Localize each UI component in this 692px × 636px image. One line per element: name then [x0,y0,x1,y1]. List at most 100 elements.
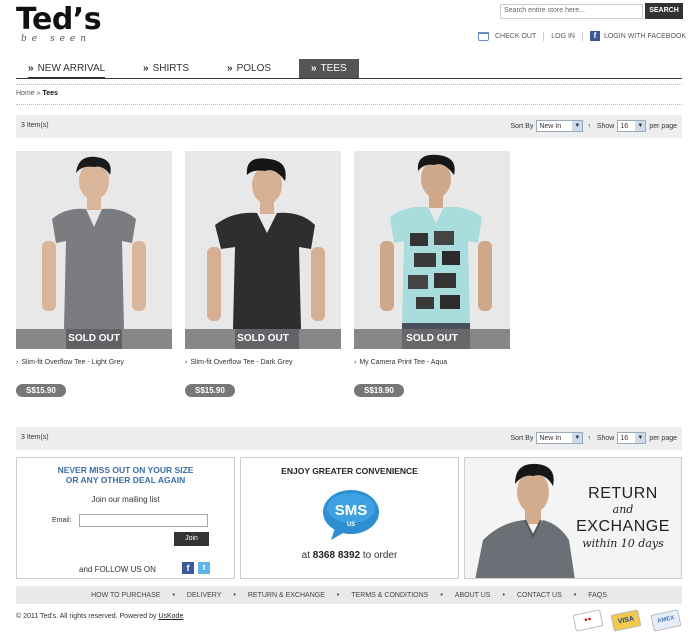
product-name-link[interactable]: › Slim-fit Overflow Tee - Light Grey [16,359,124,366]
per-page-label: per page [649,122,677,130]
chevron-right-icon: » [311,63,317,74]
footer-separator: • [440,591,443,599]
footer-link[interactable]: TERMS & CONDITIONS [351,592,428,599]
sms-bubble-text: SMS [335,502,368,519]
sms-suffix: to order [362,550,398,561]
returns-line: and [612,503,634,516]
show-label: Show [596,434,615,442]
product-name: My Camera Print Tee - Aqua [359,359,448,366]
login-link[interactable]: LOG IN [551,33,575,40]
mailing-list-label: Join our mailing list [91,495,160,504]
per-page-label: per page [649,434,677,442]
item-count: 3 Item(s) [21,122,49,129]
product-name: Slim-fit Overflow Tee - Light Grey [21,359,124,366]
returns-line: EXCHANGE [576,518,670,535]
price-badge: S$19.90 [354,384,404,397]
main-nav: » NEW ARRIVAL » SHIRTS » POLOS » TEES [16,59,682,79]
sold-out-badge: SOLD OUT [185,329,341,349]
show-label: Show [596,122,615,130]
footer-link[interactable]: CONTACT US [517,592,562,599]
sms-bubble-icon: SMS US [323,490,379,540]
show-select[interactable]: 16 ▼ [617,120,647,132]
facebook-icon[interactable]: f [182,562,194,574]
price-badge: S$15.90 [16,384,66,397]
sort-label: Sort By [510,122,534,130]
chevron-down-icon: ▼ [572,433,583,443]
returns-line: within 10 days [582,537,664,550]
chevron-down-icon: ▼ [635,433,646,443]
footer-link[interactable]: HOW TO PURCHASE [91,592,160,599]
facebook-icon: f [589,31,600,41]
divider [581,31,583,41]
sms-number: 8368 8392 [312,550,361,561]
breadcrumb-current: Tees [42,90,58,97]
nav-tees[interactable]: » TEES [299,59,359,78]
sold-out-badge: SOLD OUT [16,329,172,349]
breadcrumb: Home » Tees [16,90,58,97]
chevron-right-icon: » [227,63,233,74]
twitter-icon[interactable]: t [198,562,210,574]
product-image[interactable]: SOLD OUT [16,151,172,349]
returns-line: RETURN [588,485,658,502]
footer-separator: • [172,591,175,599]
chevron-down-icon: ▼ [635,121,646,131]
facebook-login-link[interactable]: LOGIN WITH FACEBOOK [604,33,686,40]
product-image[interactable]: SOLD OUT [354,151,510,349]
show-select[interactable]: 16 ▼ [617,432,647,444]
footer-separator: • [573,591,577,599]
newsletter-title: NEVER MISS OUT ON YOUR SIZE OR ANY OTHER… [17,465,234,485]
sort-label: Sort By [510,434,534,442]
sort-direction-toggle[interactable]: ↑ [587,435,591,442]
nav-label: NEW ARRIVAL [37,63,106,74]
product-name-link[interactable]: › My Camera Print Tee - Aqua [354,359,447,366]
site-logo[interactable]: Ted’s [16,2,102,37]
sort-direction-toggle[interactable]: ↑ [587,123,591,130]
model-photo [354,151,510,349]
product-name-link[interactable]: › Slim-fit Overflow Tee - Dark Grey [185,359,293,366]
returns-box[interactable]: RETURN and EXCHANGE within 10 days [464,457,682,579]
newsletter-title-line: OR ANY OTHER DEAL AGAIN [65,475,186,485]
footer-link[interactable]: RETURN & EXCHANGE [248,592,325,599]
toolbar-bottom: 3 Item(s) Sort By New In ▼ ↑ Show 16 ▼ per… [16,427,682,450]
divider [16,104,682,105]
email-field[interactable] [79,514,208,527]
footer-link[interactable]: ABOUT US [455,592,491,599]
model-photo [16,151,172,349]
breadcrumb-home[interactable]: Home [16,90,35,97]
chevron-right-icon: › [185,359,188,366]
join-button[interactable]: Join [174,532,209,546]
mastercard-icon: ●● [572,609,604,632]
divider [16,84,682,85]
search-input[interactable]: Search entire store here... [500,4,643,19]
breadcrumb-separator: » [36,90,41,97]
account-links: CHECK OUT LOG IN f LOGIN WITH FACEBOOK [478,31,686,41]
sort-select[interactable]: New In ▼ [536,432,584,444]
sms-number-line: at 8368 8392 to order [241,550,458,561]
newsletter-box: NEVER MISS OUT ON YOUR SIZE OR ANY OTHER… [16,457,235,579]
site-tagline: be seen [21,34,92,44]
footer-link[interactable]: FAQS [588,592,607,599]
model-photo [475,463,575,578]
product-name: Slim-fit Overflow Tee - Dark Grey [190,359,293,366]
chevron-right-icon: » [28,63,34,74]
chevron-right-icon: › [16,359,19,366]
search-button[interactable]: SEARCH [645,3,683,19]
sort-select[interactable]: New In ▼ [536,120,584,132]
model-photo [185,151,341,349]
copyright-text: © 2011 Ted's. All rights reserved. Power… [16,613,157,620]
nav-label: TEES [320,63,347,74]
powered-by-link[interactable]: UsKode [158,613,183,620]
toolbar-top: 3 Item(s) Sort By New In ▼ ↑ Show 16 ▼ per… [16,115,682,138]
price-badge: S$15.90 [185,384,235,397]
product-image[interactable]: SOLD OUT [185,151,341,349]
nav-label: POLOS [236,63,272,74]
footer-separator: • [233,591,236,599]
footer-link[interactable]: DELIVERY [187,592,222,599]
sms-bubble-subtext: US [347,522,355,528]
nav-new-arrival[interactable]: » NEW ARRIVAL [28,59,106,79]
checkout-link[interactable]: CHECK OUT [495,33,536,40]
nav-shirts[interactable]: » SHIRTS [143,59,189,79]
nav-polos[interactable]: » POLOS [227,59,271,79]
sort-value: New In [539,434,562,442]
chevron-down-icon: ▼ [572,121,583,131]
